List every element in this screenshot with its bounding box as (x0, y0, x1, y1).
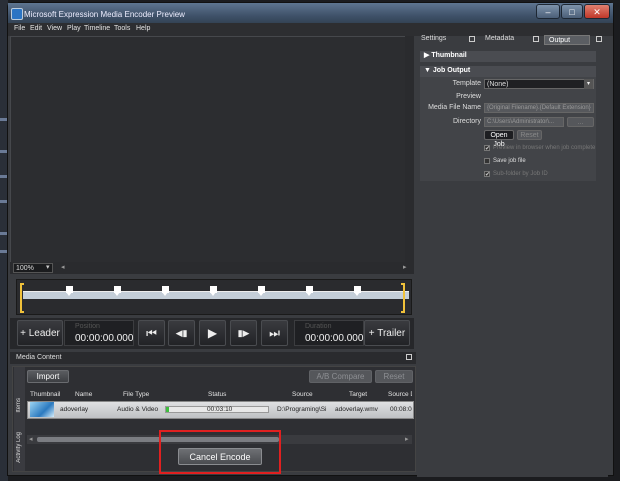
timeline-marker[interactable] (210, 286, 217, 296)
duration-display: Duration 00:00:00.000 (294, 320, 364, 346)
menu-file[interactable]: File (14, 25, 25, 32)
maximize-button[interactable]: □ (561, 4, 583, 19)
position-value: 00:00:00.000 (75, 333, 134, 344)
position-label: Position (75, 323, 100, 330)
import-button[interactable]: Import (27, 370, 69, 383)
scroll-left-icon[interactable]: ◂ (61, 263, 65, 271)
collapse-arrow-icon: ▼ (424, 67, 431, 74)
previous-marker-icon[interactable]: ⏮ (138, 320, 165, 346)
window-title: Microsoft Expression Media Encoder Previ… (24, 10, 185, 19)
menu-timeline[interactable]: Timeline (84, 25, 110, 32)
tab-output[interactable]: Output (544, 35, 590, 45)
tab-settings[interactable]: Settings (421, 35, 446, 45)
media-file-name-label: Media File Name (428, 104, 481, 111)
preview-in-browser-label: Preview in browser when job complete (493, 145, 596, 151)
row-file-type: Audio & Video (117, 406, 159, 413)
row-source: D:\Programing\Si (277, 406, 327, 413)
add-leader-button[interactable]: + Leader (17, 320, 63, 346)
column-header-source[interactable]: Source (292, 391, 313, 398)
scroll-left-icon[interactable]: ◂ (29, 435, 33, 443)
row-source-duration: 00:08:0 (390, 406, 412, 413)
column-header-source-duration[interactable]: Source D (388, 391, 412, 398)
browse-button[interactable]: ... (567, 117, 594, 127)
column-header-target[interactable]: Target (349, 391, 367, 398)
pop-out-icon[interactable] (406, 354, 412, 360)
save-job-file-checkbox[interactable] (484, 158, 490, 164)
duration-value: 00:00:00.000 (305, 333, 364, 344)
preview-zoom-bar (10, 262, 414, 274)
column-header-status[interactable]: Status (208, 391, 226, 398)
directory-label: Directory (452, 118, 481, 125)
menu-play[interactable]: Play (67, 25, 81, 32)
timeline-marker[interactable] (354, 286, 361, 296)
timeline-marker[interactable] (162, 286, 169, 296)
timeline-end-bracket[interactable] (401, 283, 405, 313)
scroll-right-icon[interactable]: ▸ (405, 435, 409, 443)
pop-out-icon[interactable] (469, 36, 475, 42)
reset-button[interactable]: Reset (375, 370, 413, 383)
thumbnail-section-header[interactable]: ▶ Thumbnail (420, 51, 596, 62)
close-button[interactable]: ✕ (584, 4, 610, 19)
tab-items[interactable]: Items (16, 398, 22, 413)
media-thumbnail (30, 402, 54, 417)
row-status-time: 00:03:10 (207, 406, 233, 413)
timeline-marker[interactable] (66, 286, 73, 296)
menu-tools[interactable]: Tools (114, 25, 130, 32)
next-marker-icon[interactable]: ⏭ (261, 320, 288, 346)
save-job-file-label: Save job file (493, 158, 526, 164)
menu-edit[interactable]: Edit (30, 25, 42, 32)
template-dropdown-icon[interactable]: ▾ (584, 79, 593, 89)
ab-compare-button[interactable]: A/B Compare (309, 370, 372, 383)
scroll-right-icon[interactable]: ▸ (403, 263, 407, 271)
timeline-start-bracket[interactable] (20, 283, 24, 313)
tab-activity-log[interactable]: Activity Log (16, 432, 22, 463)
highlight-box (159, 430, 281, 474)
pop-out-icon[interactable] (533, 36, 539, 42)
row-name: adoverlay (60, 406, 89, 413)
template-label: Template (452, 80, 481, 87)
directory-input[interactable]: C:\Users\Administrator\... (484, 117, 564, 127)
video-preview (10, 36, 410, 264)
media-content-header: Media Content (10, 352, 416, 364)
preview-in-browser-checkbox[interactable]: ✔ (484, 145, 490, 152)
column-header-file-type[interactable]: File Type (123, 391, 149, 398)
minimize-button[interactable]: – (536, 4, 560, 19)
preview-label: Preview (456, 93, 481, 100)
menu-help[interactable]: Help (136, 25, 150, 32)
zoom-dropdown-icon[interactable]: ▾ (46, 263, 50, 271)
add-trailer-button[interactable]: + Trailer (364, 320, 410, 346)
job-output-section-header[interactable]: ▼ Job Output (420, 66, 596, 77)
pop-out-icon[interactable] (596, 36, 602, 42)
open-job-button[interactable]: Open Job (484, 130, 514, 148)
sub-folder-checkbox[interactable]: ✔ (484, 171, 490, 178)
timeline-marker[interactable] (114, 286, 121, 296)
media-file-name-input[interactable]: {Original Filename}.{Default Extension} (484, 103, 594, 113)
column-header-name[interactable]: Name (75, 391, 92, 398)
menu-view[interactable]: View (47, 25, 62, 32)
column-header-thumbnail[interactable]: Thumbnail (30, 391, 60, 398)
timeline-marker[interactable] (306, 286, 313, 296)
reset-job-button[interactable]: Reset (517, 130, 542, 140)
position-display: Position 00:00:00.000 (64, 320, 134, 346)
play-icon[interactable]: ▶ (199, 320, 226, 346)
job-output-section-title: Job Output (432, 67, 471, 74)
timeline-marker[interactable] (258, 286, 265, 296)
preview-vertical-scrollbar[interactable] (405, 36, 414, 262)
sub-folder-label: Sub-folder by Job ID (493, 171, 548, 177)
step-back-icon[interactable]: ◀▮ (168, 320, 195, 346)
duration-label: Duration (305, 323, 332, 330)
step-forward-icon[interactable]: ▮▶ (230, 320, 257, 346)
expand-arrow-icon: ▶ (424, 52, 430, 59)
tab-metadata[interactable]: Metadata (485, 35, 514, 45)
thumbnail-section-title: Thumbnail (431, 52, 467, 59)
template-select[interactable]: (None) (484, 79, 594, 89)
app-icon (11, 8, 23, 20)
encode-progress-fill (166, 407, 169, 412)
row-target: adoverlay.wmv (335, 406, 378, 413)
